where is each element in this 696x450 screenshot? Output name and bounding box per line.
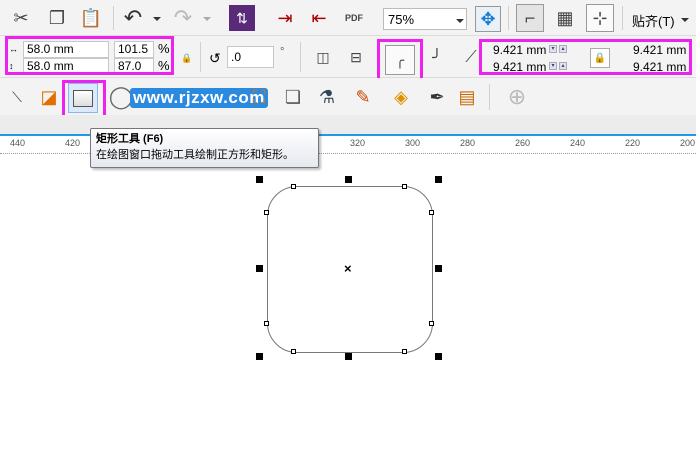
- spin-down-icon[interactable]: ▾: [549, 62, 557, 70]
- mirror-horizontal-icon[interactable]: ◫: [310, 44, 336, 70]
- corner-node[interactable]: [264, 210, 269, 215]
- corner-node[interactable]: [429, 321, 434, 326]
- show-rulers-icon[interactable]: ⌐: [516, 4, 544, 32]
- show-grid-icon[interactable]: ▦: [552, 5, 578, 31]
- corner-node[interactable]: [264, 321, 269, 326]
- corner-radius-bottom-right[interactable]: 9.421 mm: [633, 60, 686, 74]
- publish-pdf-icon[interactable]: PDF: [341, 5, 367, 31]
- toolbox: ⟍ ◪ ◯ www.rjzxw.com ⛶ ❏ ⚗ ✎ ◈ ✒ ▤ ⊕: [0, 78, 696, 120]
- spin-up-icon[interactable]: ▴: [559, 62, 567, 70]
- ruler-label: 240: [570, 138, 586, 148]
- rotate-icon: ↺: [209, 50, 221, 66]
- selection-handle[interactable]: [435, 265, 442, 272]
- round-corner-button[interactable]: ╭: [385, 45, 415, 75]
- ruler-label: 280: [460, 138, 476, 148]
- undo-icon[interactable]: ↶: [120, 5, 146, 31]
- ruler-label: 200: [680, 138, 696, 148]
- drop-shadow-tool-icon[interactable]: ❏: [280, 84, 306, 110]
- center-marker-icon: ×: [344, 261, 352, 276]
- corner-node[interactable]: [429, 210, 434, 215]
- connector-tool-icon[interactable]: ⛶: [246, 84, 272, 110]
- ruler-label: 260: [515, 138, 531, 148]
- undo-dropdown-icon[interactable]: [153, 17, 161, 21]
- add-tool-icon[interactable]: ⊕: [504, 84, 530, 110]
- degree-label: °: [280, 46, 285, 58]
- tooltip-description: 在绘图窗口拖动工具绘制正方形和矩形。: [96, 149, 294, 161]
- rotation-field[interactable]: .0: [227, 46, 274, 68]
- corner-radius-top-left[interactable]: 9.421 mm: [493, 43, 546, 57]
- smart-fill-icon[interactable]: ◪: [36, 84, 62, 110]
- corner-radius-bottom-left[interactable]: 9.421 mm: [493, 60, 546, 74]
- redo-dropdown-icon[interactable]: [203, 17, 211, 21]
- selection-handle[interactable]: [435, 353, 442, 360]
- ruler-label: 320: [350, 138, 366, 148]
- selection-handle[interactable]: [256, 176, 263, 183]
- ruler-label: 420: [65, 138, 81, 148]
- import-corel-connect-icon[interactable]: ⇅: [229, 5, 255, 31]
- rectangle-tool-button[interactable]: [68, 83, 98, 113]
- show-guidelines-icon[interactable]: ⊹: [586, 4, 614, 32]
- full-screen-preview-icon[interactable]: ✥: [475, 6, 501, 32]
- lock-corners-icon[interactable]: 🔒: [590, 48, 610, 68]
- selection-handle[interactable]: [256, 265, 263, 272]
- eyedropper-tool-icon[interactable]: ✎: [350, 84, 376, 110]
- spin-up-icon[interactable]: ▴: [559, 45, 567, 53]
- import-icon[interactable]: ⇥: [272, 5, 298, 31]
- corner-radius-top-right[interactable]: 9.421 mm: [633, 43, 686, 57]
- lock-ratio-icon[interactable]: 🔒: [181, 53, 192, 64]
- cut-icon[interactable]: ✂: [8, 5, 34, 31]
- copy-icon[interactable]: ❐: [44, 5, 70, 31]
- export-icon[interactable]: ⇤: [306, 5, 332, 31]
- mirror-vertical-icon[interactable]: ⊟: [343, 44, 369, 70]
- corner-node[interactable]: [291, 184, 296, 189]
- corner-node[interactable]: [402, 349, 407, 354]
- ruler-label: 220: [625, 138, 641, 148]
- spin-down-icon[interactable]: ▾: [549, 45, 557, 53]
- size-highlight: [5, 36, 174, 75]
- corner-node[interactable]: [402, 184, 407, 189]
- interactive-fill-icon[interactable]: ◈: [388, 84, 414, 110]
- ruler-label: 300: [405, 138, 421, 148]
- standard-toolbar: ✂ ❐ 📋 ↶ ↷ ⇅ ⇥ ⇤ PDF 75% ✥ ⌐ ▦ ⊹ 贴齐(T): [0, 0, 696, 36]
- tooltip-title: 矩形工具 (F6): [96, 133, 164, 145]
- property-bar: ↔ ↕ 58.0 mm 58.0 mm 101.5 87.0 % % 🔒 ↺ .…: [0, 36, 696, 81]
- chevron-down-icon: [456, 19, 464, 23]
- snap-to-menu[interactable]: 贴齐(T): [632, 11, 675, 30]
- corner-node[interactable]: [291, 349, 296, 354]
- selection-handle[interactable]: [345, 176, 352, 183]
- shape-tool-icon[interactable]: ⟍: [4, 84, 30, 110]
- paste-icon[interactable]: 📋: [78, 5, 104, 31]
- smart-fill-window-icon[interactable]: ▤: [454, 84, 480, 110]
- selection-handle[interactable]: [435, 176, 442, 183]
- zoom-level-select[interactable]: 75%: [383, 8, 467, 30]
- ruler-label: 440: [10, 138, 26, 148]
- tooltip: 矩形工具 (F6) 在绘图窗口拖动工具绘制正方形和矩形。: [90, 128, 319, 168]
- selection-handle[interactable]: [345, 353, 352, 360]
- scalloped-corner-button[interactable]: ╯: [424, 45, 450, 71]
- outline-pen-icon[interactable]: ✒: [424, 84, 450, 110]
- redo-icon[interactable]: ↷: [170, 5, 196, 31]
- snap-dropdown-icon[interactable]: [681, 18, 689, 22]
- transparency-tool-icon[interactable]: ⚗: [314, 84, 340, 110]
- selection-handle[interactable]: [256, 353, 263, 360]
